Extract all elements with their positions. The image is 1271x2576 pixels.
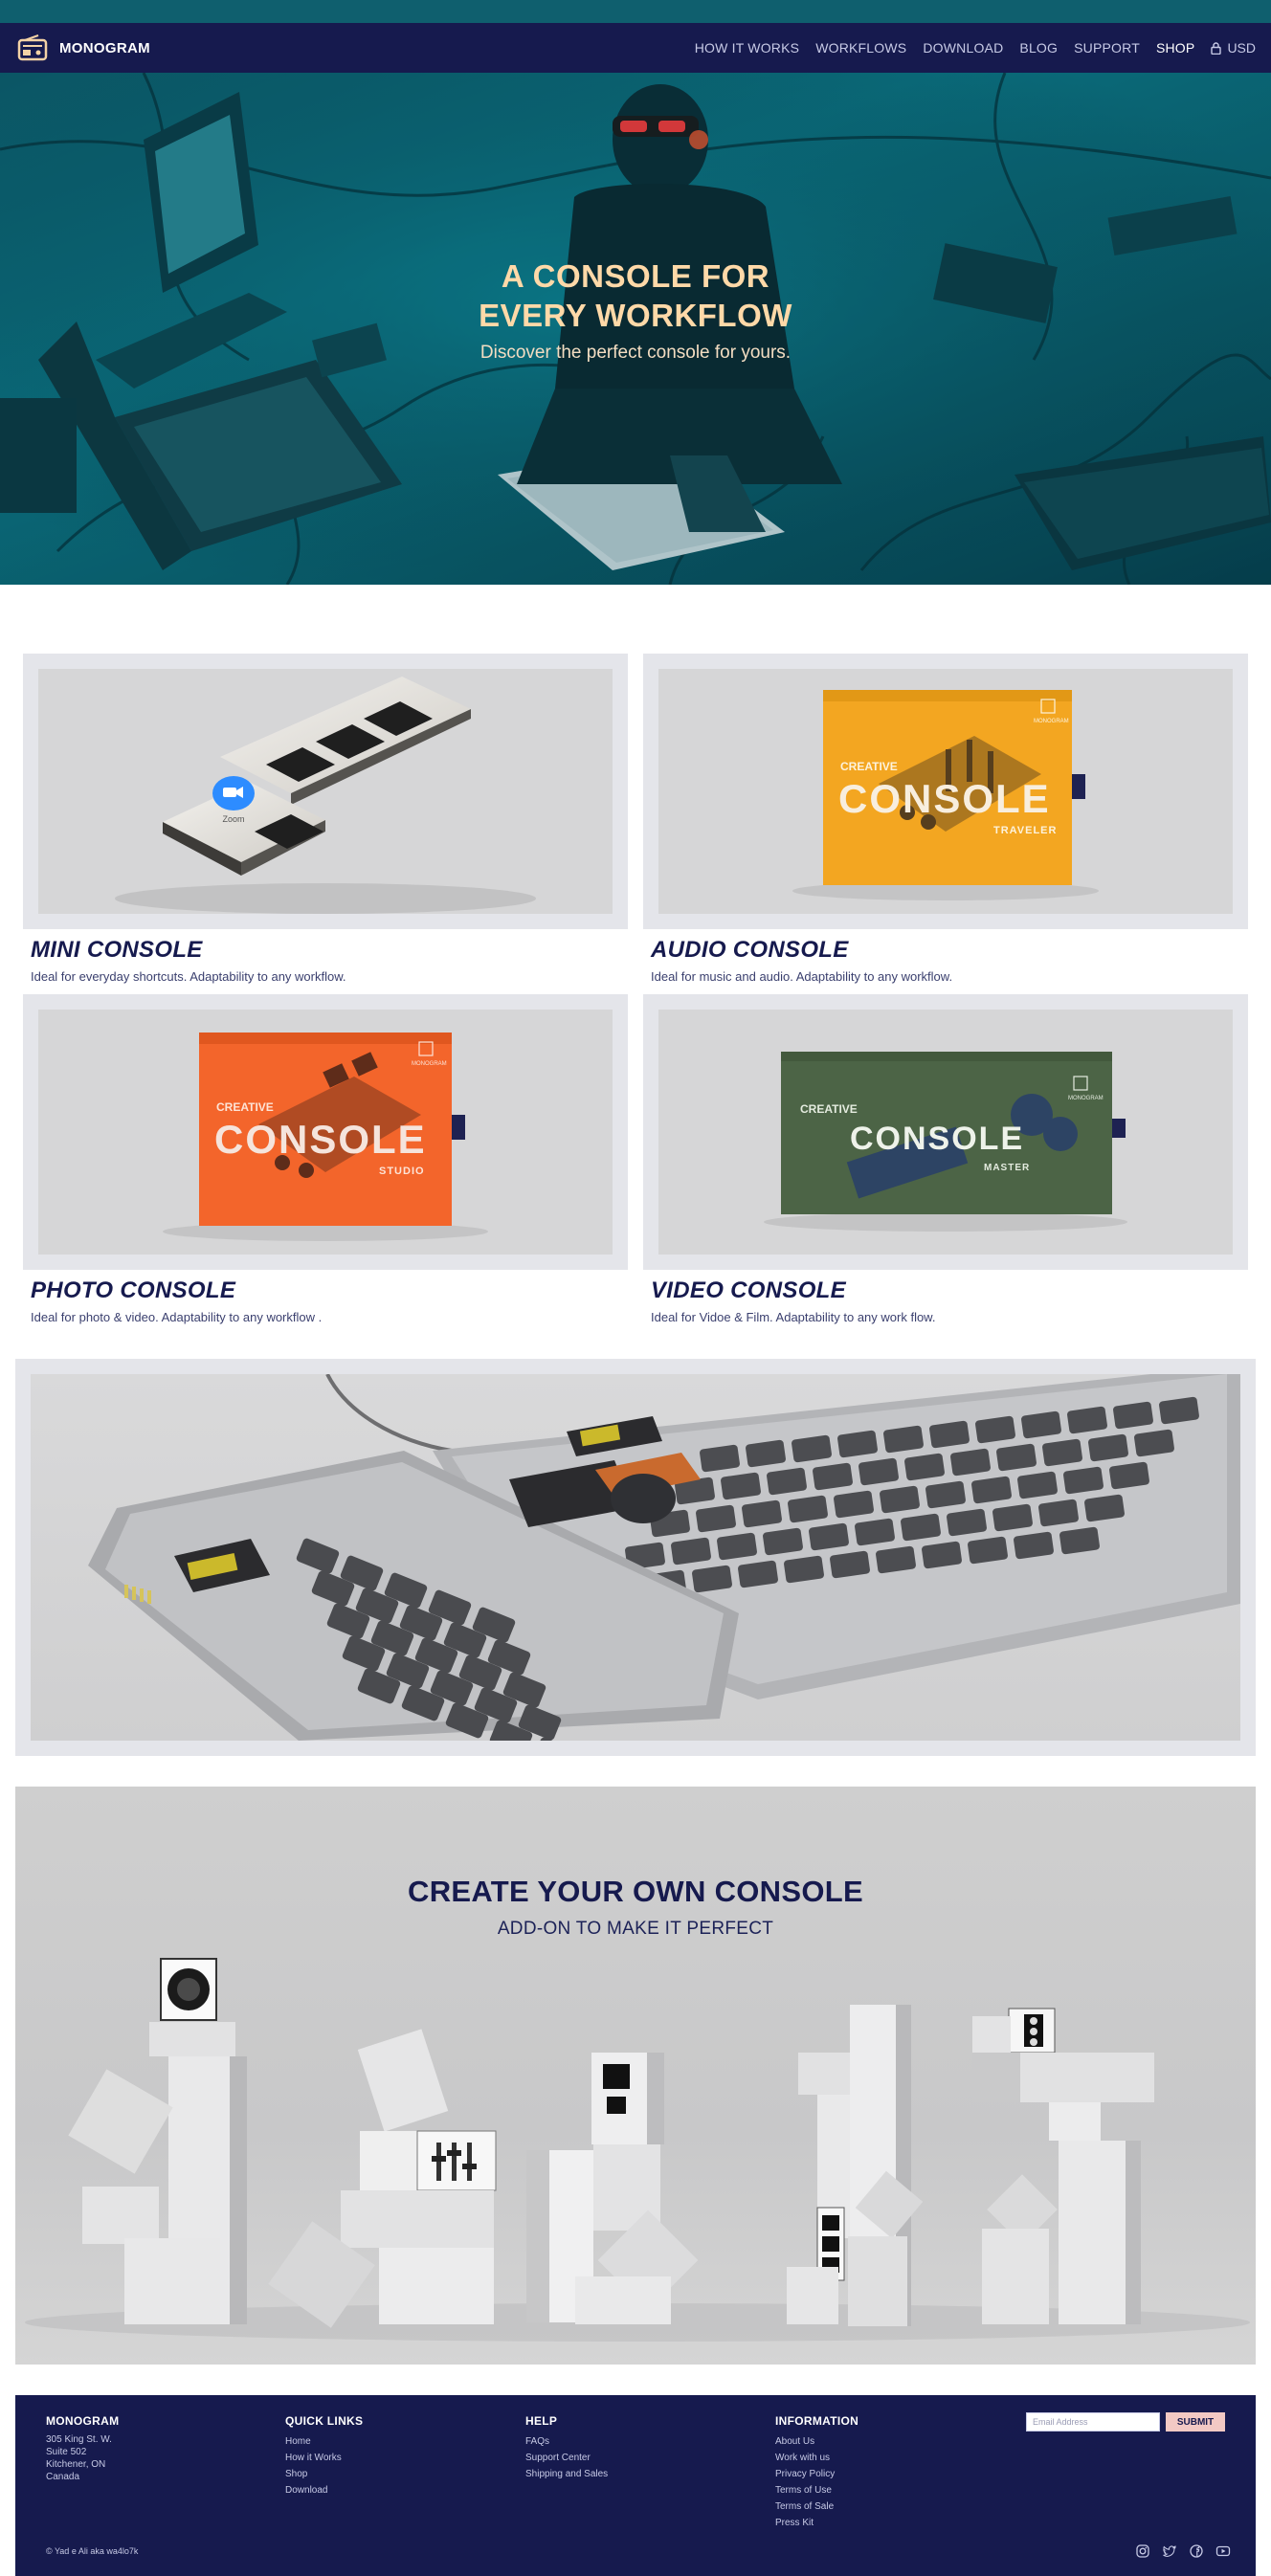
footer-address-line: Suite 502 (46, 2447, 87, 2457)
lock-icon (1211, 41, 1222, 55)
hero-title-line-2: EVERY WORKFLOW (479, 298, 792, 333)
box-brand-label: MONOGRAM (1068, 1096, 1104, 1101)
audio-console-box: CREATIVE CONSOLE TRAVELER MONOGRAM (792, 690, 1099, 900)
footer-help-column: HELP FAQs Support Center Shipping and Sa… (525, 2414, 608, 2482)
brand-logo-link[interactable]: MONOGRAM (17, 34, 150, 61)
hero-banner: A CONSOLE FOR EVERY WORKFLOW Discover th… (0, 73, 1271, 585)
footer-link-faqs[interactable]: FAQs (525, 2433, 608, 2450)
currency-selector[interactable]: USD (1211, 40, 1256, 56)
product-desc-audio: Ideal for music and audio. Adaptability … (651, 969, 953, 984)
addon-section: CREATE YOUR OWN CONSOLE ADD-ON TO MAKE I… (15, 1787, 1256, 2365)
box-pre-label: CREATIVE (840, 760, 898, 773)
footer-link-how-it-works[interactable]: How it Works (285, 2450, 363, 2466)
mini-console-illustration: Zoom (115, 677, 536, 914)
footer-link-terms-of-sale[interactable]: Terms of Sale (775, 2498, 858, 2515)
product-card-frame: CREATIVE CONSOLE TRAVELER MONOGRAM (643, 654, 1248, 929)
nav-support[interactable]: SUPPORT (1074, 40, 1140, 56)
youtube-icon[interactable] (1215, 2543, 1231, 2559)
top-navbar: MONOGRAM HOW IT WORKS WORKFLOWS DOWNLOAD… (0, 23, 1271, 73)
keyboard-showcase (15, 1359, 1256, 1756)
footer-link-terms-of-use[interactable]: Terms of Use (775, 2482, 858, 2498)
video-console-box: CREATIVE CONSOLE MASTER MONOGRAM (764, 1052, 1127, 1232)
footer-brand-title: MONOGRAM (46, 2414, 120, 2428)
zoom-badge-label: Zoom (222, 814, 244, 824)
nav-blog[interactable]: BLOG (1019, 40, 1058, 56)
footer-link-shipping[interactable]: Shipping and Sales (525, 2466, 608, 2482)
console-keyboard-illustration (88, 1374, 1240, 1741)
footer-information-title: INFORMATION (775, 2414, 859, 2428)
nav-workflows[interactable]: WORKFLOWS (815, 40, 906, 56)
product-title-photo[interactable]: PHOTO CONSOLE (31, 1277, 235, 1304)
box-pre-label: CREATIVE (216, 1100, 274, 1114)
addon-modules-illustration (25, 1958, 1250, 2342)
product-card-frame: CREATIVE CONSOLE STUDIO MONOGRAM (23, 994, 628, 1270)
product-desc-photo: Ideal for photo & video. Adaptability to… (31, 1310, 323, 1324)
product-image-photo: CREATIVE CONSOLE STUDIO MONOGRAM (38, 1010, 613, 1255)
nav-download[interactable]: DOWNLOAD (923, 40, 1003, 56)
footer-address-line: Canada (46, 2472, 80, 2482)
footer-link-home[interactable]: Home (285, 2433, 363, 2450)
photo-console-box: CREATIVE CONSOLE STUDIO MONOGRAM (163, 1033, 488, 1241)
instagram-icon[interactable] (1135, 2543, 1150, 2559)
newsletter-email-input[interactable] (1026, 2412, 1160, 2432)
footer-information-column: INFORMATION About Us Work with us Privac… (775, 2414, 858, 2531)
nav-shop[interactable]: SHOP (1156, 40, 1194, 56)
footer-brand-column: MONOGRAM 305 King St. W. Suite 502 Kitch… (46, 2414, 119, 2483)
hero-title: A CONSOLE FOR EVERY WORKFLOW (0, 256, 1271, 335)
footer-help-title: HELP (525, 2414, 558, 2428)
product-title-mini[interactable]: MINI CONSOLE (31, 937, 203, 964)
footer-quick-links-column: QUICK LINKS Home How it Works Shop Downl… (285, 2414, 363, 2498)
footer-link-press-kit[interactable]: Press Kit (775, 2515, 858, 2531)
nav-how-it-works[interactable]: HOW IT WORKS (695, 40, 799, 56)
product-card-frame: CREATIVE CONSOLE MASTER MONOGRAM (643, 994, 1248, 1270)
footer-link-about-us[interactable]: About Us (775, 2433, 858, 2450)
twitter-icon[interactable] (1162, 2543, 1177, 2559)
box-edition-label: MASTER (984, 1163, 1030, 1173)
box-main-label: CONSOLE (214, 1117, 427, 1162)
footer-quick-links-title: QUICK LINKS (285, 2414, 364, 2428)
hero-top-strip (0, 0, 1271, 23)
footer-copyright: © Yad e Ali aka wa4lo7k (46, 2546, 139, 2556)
product-card-frame: Zoom (23, 654, 628, 929)
box-brand-label: MONOGRAM (1034, 719, 1069, 724)
footer-link-shop[interactable]: Shop (285, 2466, 363, 2482)
footer-link-support-center[interactable]: Support Center (525, 2450, 608, 2466)
brand-name: MONOGRAM (59, 39, 150, 56)
box-main-label: CONSOLE (838, 776, 1051, 821)
footer-social-links (1135, 2543, 1231, 2559)
box-main-label: CONSOLE (850, 1121, 1024, 1157)
box-brand-label: MONOGRAM (412, 1061, 447, 1067)
box-pre-label: CREATIVE (800, 1102, 858, 1116)
product-desc-video: Ideal for Vidoe & Film. Adaptability to … (651, 1310, 936, 1324)
footer-link-privacy-policy[interactable]: Privacy Policy (775, 2466, 858, 2482)
facebook-icon[interactable] (1189, 2543, 1204, 2559)
footer-link-work-with-us[interactable]: Work with us (775, 2450, 858, 2466)
site-footer: MONOGRAM 305 King St. W. Suite 502 Kitch… (15, 2395, 1256, 2576)
product-title-video[interactable]: VIDEO CONSOLE (651, 1277, 846, 1304)
keycap (533, 1737, 577, 1741)
hero-subtitle: Discover the perfect console for yours. (479, 343, 792, 363)
nav-links: HOW IT WORKS WORKFLOWS DOWNLOAD BLOG SUP… (695, 40, 1256, 56)
currency-label: USD (1227, 40, 1256, 56)
product-image-audio: CREATIVE CONSOLE TRAVELER MONOGRAM (658, 669, 1233, 914)
box-edition-label: STUDIO (379, 1166, 425, 1177)
product-image-mini: Zoom (38, 669, 613, 914)
product-desc-mini: Ideal for everyday shortcuts. Adaptabili… (31, 969, 346, 984)
newsletter-submit-button[interactable]: SUBMIT (1166, 2412, 1225, 2432)
keyboard-image (31, 1374, 1240, 1741)
hero-title-line-1: A CONSOLE FOR (501, 258, 770, 294)
product-title-audio[interactable]: AUDIO CONSOLE (651, 937, 849, 964)
product-image-video: CREATIVE CONSOLE MASTER MONOGRAM (658, 1010, 1233, 1255)
radio-console-icon (17, 34, 48, 61)
footer-address-line: Kitchener, ON (46, 2459, 106, 2470)
box-edition-label: TRAVELER (993, 825, 1057, 836)
footer-address-line: 305 King St. W. (46, 2434, 112, 2445)
footer-link-download[interactable]: Download (285, 2482, 363, 2498)
